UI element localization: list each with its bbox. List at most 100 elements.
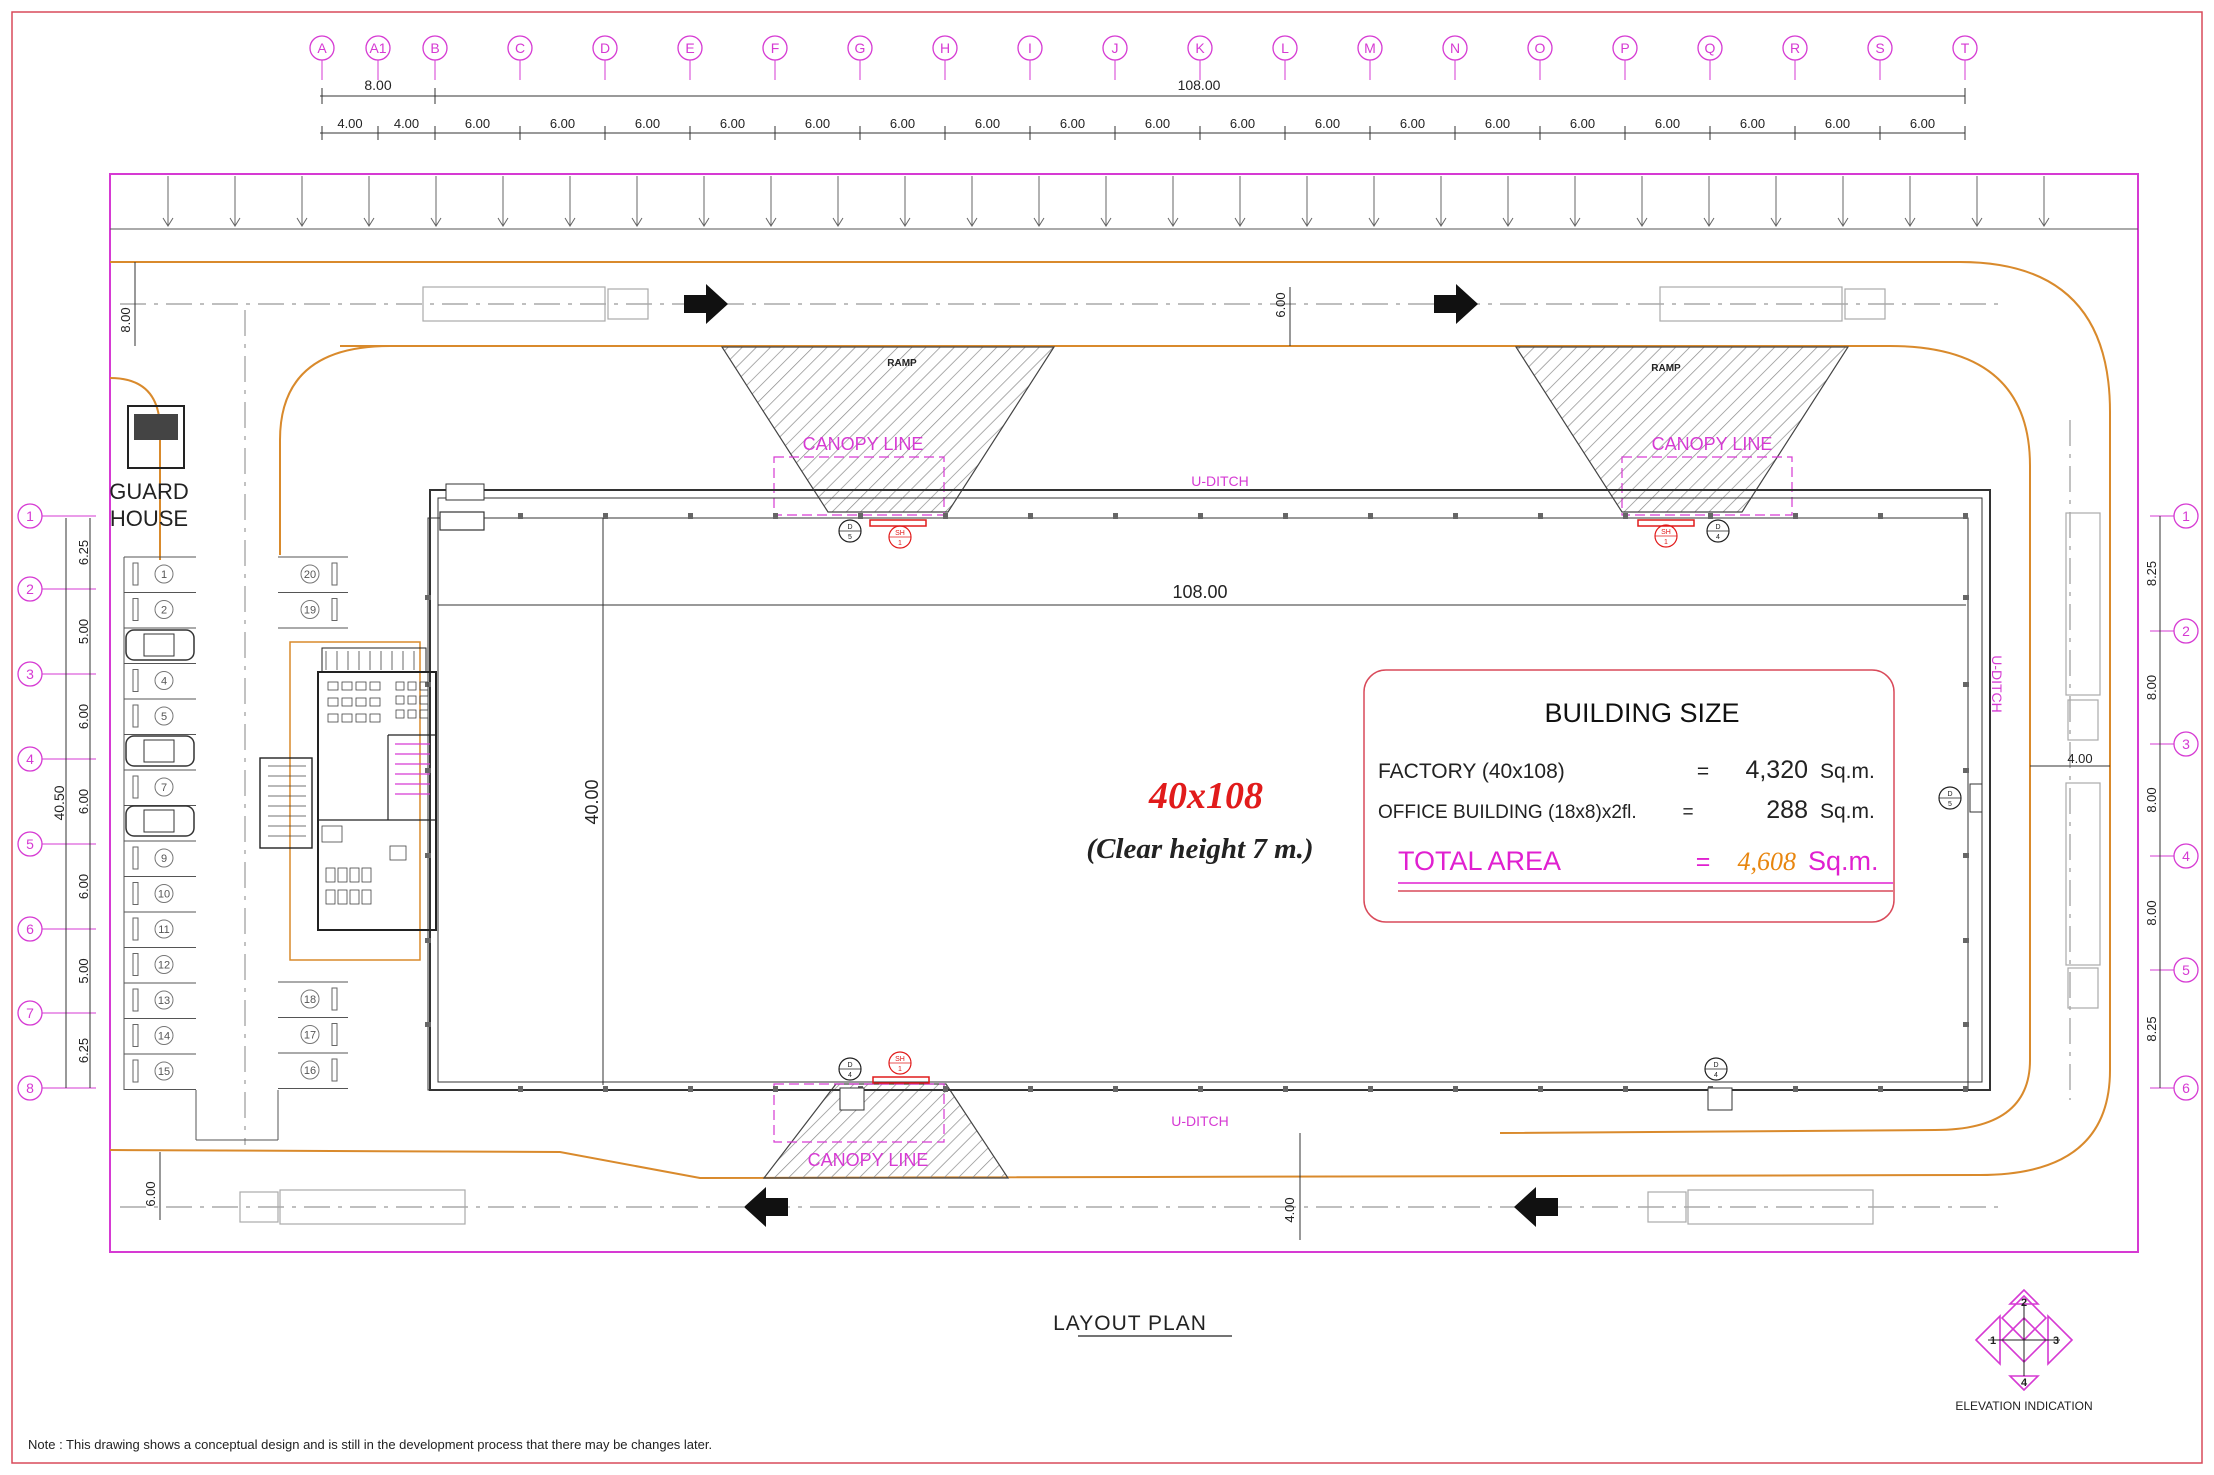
parking-slot: 17 — [278, 1017, 348, 1046]
top-bay-dim: 6.00 — [1740, 116, 1765, 131]
grid-col-label: D — [600, 40, 610, 56]
top-bay-dim: 6.00 — [805, 116, 830, 131]
grid-bubble-col-r: R — [1782, 35, 1808, 61]
parking-slot: 7 — [124, 769, 196, 799]
road-dim-bottom-mid: 4.00 — [1282, 1197, 1297, 1222]
door-tag-sh1: SH 1 — [888, 1051, 912, 1075]
grid-col-label: A1 — [369, 40, 386, 56]
grid-bubble-col-k: K — [1187, 35, 1213, 61]
grid-col-label: J — [1112, 40, 1119, 56]
total-area-eq: = — [1696, 848, 1711, 876]
parking-slot-number: 2 — [161, 605, 167, 617]
guard-house-label-2: HOUSE — [110, 506, 188, 531]
parking-slot: 1 — [124, 556, 196, 586]
grid-bubble-col-q: Q — [1697, 35, 1723, 61]
grid-col-label: G — [855, 40, 866, 56]
grid-row-label: 3 — [2182, 736, 2190, 752]
u-ditch-bottom: U-DITCH — [1171, 1113, 1229, 1129]
grid-bubble-col-p: P — [1612, 35, 1638, 61]
parking-slot-number: 7 — [161, 782, 167, 794]
top-bay-dim: 6.00 — [1315, 116, 1340, 131]
left-dim-total: 40.50 — [51, 785, 67, 820]
svg-text:4: 4 — [848, 1072, 852, 1079]
grid-col-label: R — [1790, 40, 1800, 56]
grid-row-label: 1 — [2182, 508, 2190, 524]
grid-col-label: T — [1961, 40, 1970, 56]
door-tag-d4: D4 — [1704, 1057, 1728, 1081]
left-bay-dim: 5.00 — [76, 958, 91, 983]
right-bay-dim: 8.25 — [2144, 561, 2159, 586]
grid-bubble-row-left-1: 1 — [17, 503, 43, 529]
grid-col-label: O — [1535, 40, 1546, 56]
grid-bubble-row-left-6: 6 — [17, 916, 43, 942]
door-tag-d4: D4 — [838, 1057, 862, 1081]
parking-slot-number: 5 — [161, 711, 167, 723]
office-area-value: 288 — [1766, 796, 1808, 824]
road-dim-bottom-left: 6.00 — [143, 1181, 158, 1206]
parking-slot: 4 — [124, 663, 196, 692]
parking-slot-number: 4 — [161, 676, 167, 688]
traffic-arrow — [744, 1187, 788, 1227]
grid-row-label: 3 — [26, 666, 34, 682]
canopy-line-label: CANOPY LINE — [803, 434, 924, 454]
grid-bubble-col-o: O — [1527, 35, 1553, 61]
grid-col-label: H — [940, 40, 950, 56]
svg-text:4: 4 — [1714, 1072, 1718, 1079]
left-bay-dim: 5.00 — [76, 619, 91, 644]
door-tag-d4: D4 — [1706, 519, 1730, 543]
svg-text:SH: SH — [895, 530, 905, 537]
road-dim-top-left: 8.00 — [118, 307, 133, 332]
right-bay-dim: 8.00 — [2144, 787, 2159, 812]
grid-col-label: A — [317, 40, 327, 56]
road-dim-top-mid: 6.00 — [1273, 292, 1288, 317]
grid-bubble-row-left-4: 4 — [17, 746, 43, 772]
grid-row-label: 5 — [2182, 962, 2190, 978]
svg-text:1: 1 — [1990, 1335, 1996, 1347]
guard-house: GUARD HOUSE — [109, 405, 189, 531]
grid-bubble-col-b: B — [422, 35, 448, 61]
parking-slot-number: 14 — [158, 1031, 170, 1043]
grid-bubble-row-right-1: 1 — [2173, 503, 2199, 529]
svg-text:2: 2 — [2021, 1297, 2027, 1309]
u-ditch-top: U-DITCH — [1191, 473, 1249, 489]
door-tag-sh1: SH 1 — [888, 525, 912, 549]
parking-slot-number: 12 — [158, 960, 170, 972]
factory-area-label: FACTORY (40x108) — [1378, 760, 1565, 783]
grid-col-label: B — [430, 40, 439, 56]
total-area-value: 4,608 — [1738, 847, 1797, 876]
parking-island — [279, 345, 391, 555]
parking-slot: 16 — [278, 1052, 348, 1082]
parking-slot: 18 — [278, 981, 348, 1011]
grid-bubble-row-right-2: 2 — [2173, 618, 2199, 644]
road-dim-right: 4.00 — [2067, 751, 2092, 766]
grid-bubble-row-left-8: 8 — [17, 1075, 43, 1101]
grid-bubble-row-right-6: 6 — [2173, 1075, 2199, 1101]
building-size-title: BUILDING SIZE — [1544, 698, 1739, 728]
svg-text:D: D — [847, 1062, 852, 1069]
traffic-arrow — [684, 284, 728, 324]
svg-text:1: 1 — [898, 1066, 902, 1073]
drawing-note: Note : This drawing shows a conceptual d… — [28, 1437, 712, 1452]
elevation-indication-label: ELEVATION INDICATION — [1955, 1399, 2092, 1413]
parking-slot-number: 19 — [304, 605, 316, 617]
top-bay-dim: 6.00 — [1655, 116, 1680, 131]
parking-slot: 20 — [278, 556, 348, 586]
left-dimension-chain: 40.50 6.25 5.00 6.00 6.00 6.00 5.00 6.25 — [51, 518, 91, 1088]
svg-text:SH: SH — [1661, 529, 1671, 536]
grid-col-label: N — [1450, 40, 1460, 56]
grid-col-label: I — [1028, 40, 1032, 56]
svg-text:1: 1 — [898, 540, 902, 547]
grid-column-bubbles: A A1 B C D E F G H I J K L M N O P Q R S T — [309, 35, 1978, 80]
ramp-top-right: RAMP — [1514, 346, 1850, 513]
top-bay-dim: 6.00 — [1230, 116, 1255, 131]
grid-bubble-col-m: M — [1357, 35, 1383, 61]
parking-slot: 9 — [124, 840, 196, 870]
grid-col-label: E — [685, 40, 694, 56]
top-bay-dim: 6.00 — [1570, 116, 1595, 131]
grid-row-label: 5 — [26, 836, 34, 852]
grid-bubble-col-a1: A1 — [365, 35, 391, 61]
top-bay-dim: 6.00 — [1485, 116, 1510, 131]
top-bay-dim: 6.00 — [975, 116, 1000, 131]
parking-slot: 19 — [278, 592, 348, 621]
svg-text:D: D — [1715, 524, 1720, 531]
